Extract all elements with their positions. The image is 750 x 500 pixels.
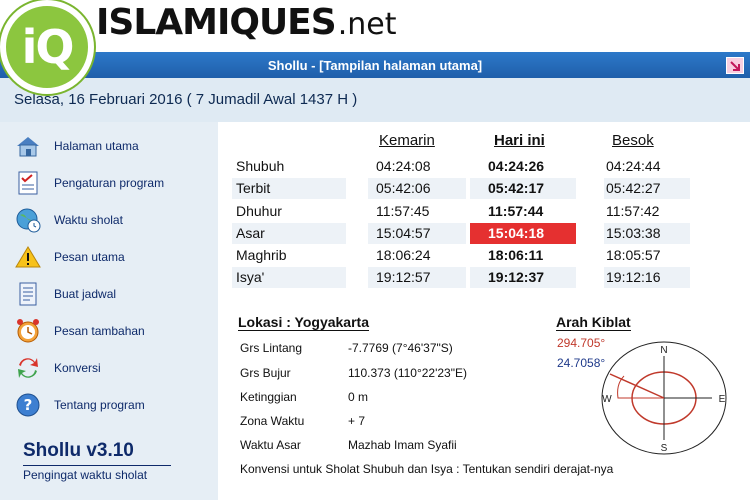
info-label: Ketinggian: [240, 390, 297, 404]
time-hari-ini: 18:06:11: [488, 247, 544, 263]
prayer-name: Asar: [236, 225, 265, 241]
info-value: -7.7769 (7°46'37"S): [348, 341, 453, 355]
prayer-name: Terbit: [236, 180, 271, 196]
checklist-icon: [14, 170, 42, 196]
document-icon: [14, 281, 42, 307]
prayer-name: Maghrib: [236, 247, 287, 263]
convention-note: Konvensi untuk Sholat Shubuh dan Isya : …: [240, 462, 614, 476]
prayer-name: Isya': [236, 269, 265, 285]
app-version: Shollu v3.10: [23, 440, 134, 461]
location-title: Lokasi : Yogyakarta: [238, 314, 369, 331]
date-line: Selasa, 16 Februari 2016 ( 7 Jumadil Awa…: [0, 78, 750, 122]
time-besok: 19:12:16: [606, 269, 661, 285]
column-header-hari-ini: Hari ini: [494, 132, 545, 149]
sidebar-item-buat-jadwal[interactable]: Buat jadwal: [14, 280, 116, 308]
sidebar-item-label: Pesan tambahan: [54, 324, 145, 338]
site-brand: ISLAMIQUES .net: [96, 2, 403, 50]
convert-arrows-icon: [14, 355, 42, 381]
info-value: 0 m: [348, 390, 369, 404]
time-kemarin: 15:04:57: [376, 225, 431, 241]
sidebar-item-konversi[interactable]: Konversi: [14, 354, 101, 382]
info-value: 110.373 (110°22'23"E): [348, 366, 467, 380]
time-hari-ini: 05:42:17: [488, 180, 545, 196]
time-besok: 18:05:57: [606, 247, 661, 263]
table-row: Asar 15:04:57 15:04:18 15:03:38: [232, 223, 692, 244]
brand-suffix: .net: [337, 7, 397, 42]
info-value: + 7: [348, 414, 366, 428]
sidebar-item-label: Tentang program: [54, 398, 145, 412]
qibla-compass: N S E W: [601, 341, 727, 455]
sidebar-item-pengaturan-program[interactable]: Pengaturan program: [14, 169, 164, 197]
table-row: Maghrib 18:06:24 18:06:11 18:05:57: [232, 245, 692, 266]
svg-text:?: ?: [24, 396, 33, 414]
time-hari-ini: 19:12:37: [488, 269, 545, 285]
table-row: Isya' 19:12:57 19:12:37 19:12:16: [232, 267, 692, 288]
sidebar-item-label: Waktu sholat: [54, 213, 123, 227]
prayer-name: Dhuhur: [236, 203, 282, 219]
site-logo: iQ: [0, 0, 94, 94]
home-icon: [14, 133, 42, 159]
sidebar-item-label: Pengaturan program: [54, 176, 165, 190]
time-kemarin: 04:24:08: [376, 158, 431, 174]
info-value: Mazhab Imam Syafii: [348, 438, 457, 452]
time-besok: 05:42:27: [606, 180, 661, 196]
help-icon: ?: [14, 392, 42, 418]
compass-east: E: [719, 394, 726, 405]
time-hari-ini: 11:57:44: [488, 203, 544, 219]
sidebar-item-waktu-sholat[interactable]: Waktu sholat: [14, 206, 123, 234]
window-title: Shollu - [Tampilan halaman utama]: [267, 57, 483, 73]
warning-icon: [14, 244, 42, 270]
prayer-name: Shubuh: [236, 158, 285, 174]
time-hari-ini: 04:24:26: [488, 158, 545, 174]
sidebar-item-label: Konversi: [54, 361, 101, 375]
sidebar-item-label: Halaman utama: [54, 139, 139, 153]
time-kemarin: 05:42:06: [376, 180, 431, 196]
time-kemarin: 11:57:45: [376, 203, 430, 219]
time-kemarin: 19:12:57: [376, 269, 431, 285]
compass-north: N: [660, 345, 667, 356]
sidebar-item-halaman-utama[interactable]: Halaman utama: [14, 132, 139, 160]
sidebar-item-pesan-utama[interactable]: Pesan utama: [14, 243, 125, 271]
info-label: Zona Waktu: [240, 414, 305, 428]
close-arrow-icon: [730, 60, 740, 71]
close-button[interactable]: [726, 57, 744, 74]
column-header-besok: Besok: [612, 132, 654, 149]
time-hari-ini-current: 15:04:18: [488, 225, 545, 241]
globe-clock-icon: [14, 207, 42, 233]
sidebar-item-pesan-tambahan[interactable]: Pesan tambahan: [14, 317, 145, 345]
compass-west: W: [602, 394, 612, 405]
compass-south: S: [661, 443, 668, 454]
window-titlebar: Shollu - [Tampilan halaman utama]: [0, 52, 750, 78]
app-tagline: Pengingat waktu sholat: [23, 465, 171, 482]
column-header-kemarin: Kemarin: [379, 132, 435, 149]
alarm-clock-icon: [14, 318, 42, 344]
time-kemarin: 18:06:24: [376, 247, 431, 263]
sidebar-item-tentang-program[interactable]: ? Tentang program: [14, 391, 145, 419]
sidebar-item-label: Buat jadwal: [54, 287, 117, 301]
sidebar-item-label: Pesan utama: [54, 250, 125, 264]
brand-name: ISLAMIQUES: [96, 2, 337, 43]
table-row: Dhuhur 11:57:45 11:57:44 11:57:42: [232, 201, 692, 222]
table-row: Shubuh 04:24:08 04:24:26 04:24:44: [232, 156, 692, 177]
time-besok: 11:57:42: [606, 203, 660, 219]
qibla-title: Arah Kiblat: [556, 314, 631, 331]
time-besok: 15:03:38: [606, 225, 661, 241]
time-besok: 04:24:44: [606, 158, 661, 174]
info-label: Grs Lintang: [240, 341, 303, 355]
info-label: Grs Bujur: [240, 366, 291, 380]
table-row: Terbit 05:42:06 05:42:17 05:42:27: [232, 178, 692, 199]
info-label: Waktu Asar: [240, 438, 301, 452]
